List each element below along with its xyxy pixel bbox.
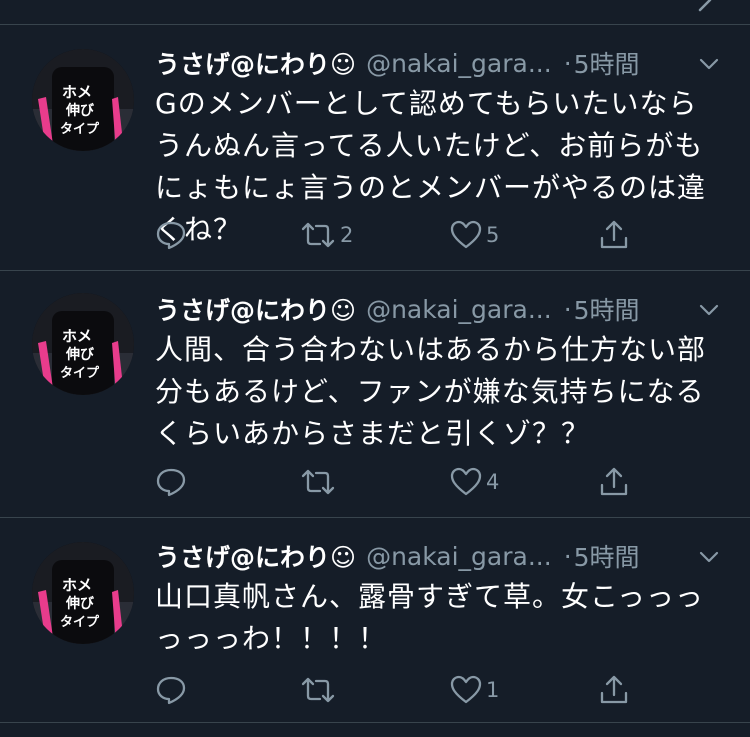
like-count: 1 — [486, 678, 500, 702]
display-name[interactable]: うさげ@にわり☺ — [155, 45, 356, 81]
svg-text:ホメ: ホメ — [62, 576, 92, 594]
tweet-header: うさげ@にわり☺ @nakai_gara... · 5時間 — [155, 43, 730, 83]
heart-icon — [450, 220, 482, 249]
svg-text:タイプ: タイプ — [60, 366, 100, 381]
like-count: 4 — [486, 470, 500, 494]
tweet-header: うさげ@にわり☺ @nakai_gara... · 5時間 — [155, 289, 730, 329]
tweet[interactable]: ホメ 伸び タイプ うさげ@にわり☺ @nakai_gara... · 5時間 … — [0, 518, 750, 723]
like-button[interactable]: 4 — [450, 462, 499, 502]
display-name[interactable]: うさげ@にわり☺ — [155, 291, 356, 327]
tweet[interactable]: ホメ 伸び タイプ うさげ@にわり☺ @nakai_gara... · 5時間 … — [0, 25, 750, 271]
user-handle[interactable]: @nakai_gara... — [366, 49, 552, 78]
reply-button[interactable] — [155, 670, 191, 710]
share-button[interactable] — [598, 670, 630, 710]
heart-icon — [450, 675, 482, 704]
timestamp[interactable]: 5時間 — [574, 291, 640, 327]
retweet-icon — [301, 469, 335, 495]
user-handle[interactable]: @nakai_gara... — [366, 295, 552, 324]
share-button[interactable] — [598, 462, 630, 502]
tweet-actions: 4 — [155, 462, 635, 502]
timestamp[interactable]: 5時間 — [574, 45, 640, 81]
avatar[interactable]: ホメ 伸び タイプ — [32, 49, 134, 151]
avatar[interactable]: ホメ 伸び タイプ — [32, 293, 134, 395]
separator: · — [563, 294, 572, 324]
avatar-image: ホメ 伸び タイプ — [32, 542, 134, 644]
like-count: 5 — [486, 223, 500, 247]
svg-text:伸び: 伸び — [65, 595, 95, 612]
reply-icon — [156, 221, 186, 250]
chevron-down-icon[interactable] — [698, 546, 720, 568]
retweet-count: 2 — [340, 223, 354, 247]
svg-text:タイプ: タイプ — [60, 615, 100, 630]
tweet-text: 人間、合う合わないはあるから仕方ない部分もあるけど、ファンが嫌な気持ちになるくら… — [155, 333, 707, 450]
like-button[interactable]: 1 — [450, 670, 499, 710]
tweet-actions: 2 5 — [155, 215, 635, 255]
retweet-button[interactable] — [300, 670, 340, 710]
tweet-actions: 1 — [155, 670, 635, 710]
chevron-down-icon[interactable] — [698, 0, 712, 14]
reply-button[interactable] — [155, 215, 191, 255]
avatar[interactable]: ホメ 伸び タイプ — [32, 542, 134, 644]
svg-text:ホメ: ホメ — [62, 327, 92, 345]
retweet-icon — [301, 677, 335, 703]
share-button[interactable] — [598, 215, 630, 255]
avatar-image: ホメ 伸び タイプ — [32, 293, 134, 395]
user-handle[interactable]: @nakai_gara... — [366, 542, 552, 571]
share-icon — [600, 220, 628, 249]
chevron-down-icon[interactable] — [698, 53, 720, 75]
heart-icon — [450, 467, 482, 496]
retweet-icon — [301, 222, 335, 248]
svg-text:伸び: 伸び — [65, 346, 95, 363]
timestamp[interactable]: 5時間 — [574, 538, 640, 574]
share-icon — [600, 675, 628, 704]
reply-icon — [156, 676, 186, 705]
svg-text:ホメ: ホメ — [62, 83, 92, 101]
retweet-button[interactable] — [300, 462, 340, 502]
share-icon — [600, 467, 628, 496]
reply-button[interactable] — [155, 462, 191, 502]
like-button[interactable]: 5 — [450, 215, 499, 255]
previous-tweet-fragment — [0, 0, 750, 25]
tweet-header: うさげ@にわり☺ @nakai_gara... · 5時間 — [155, 536, 730, 576]
display-name[interactable]: うさげ@にわり☺ — [155, 538, 356, 574]
svg-text:タイプ: タイプ — [60, 122, 100, 137]
avatar-image: ホメ 伸び タイプ — [32, 49, 134, 151]
separator: · — [563, 541, 572, 571]
retweet-button[interactable]: 2 — [300, 215, 353, 255]
tweet-text: 山口真帆さん、露骨すぎて草。女こっっっっっっわ！！！！ — [155, 580, 705, 655]
tweet[interactable]: ホメ 伸び タイプ うさげ@にわり☺ @nakai_gara... · 5時間 … — [0, 271, 750, 518]
chevron-down-icon[interactable] — [698, 299, 720, 321]
svg-text:伸び: 伸び — [65, 102, 95, 119]
separator: · — [563, 48, 572, 78]
reply-icon — [156, 468, 186, 497]
